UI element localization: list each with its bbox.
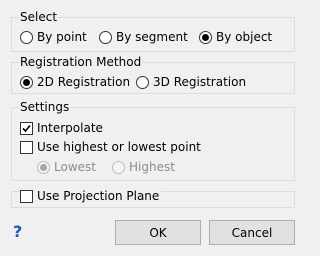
interpolate-checkbox[interactable]: Interpolate	[20, 121, 103, 135]
radio-2d-registration-button[interactable]	[20, 75, 33, 89]
radio-by-object-button[interactable]	[199, 30, 212, 44]
settings-group-title: Settings	[19, 100, 71, 114]
interpolate-label: Interpolate	[37, 121, 103, 135]
interpolate-checkbox-box[interactable]	[20, 121, 33, 135]
radio-lowest[interactable]: Lowest	[37, 160, 96, 174]
use-highest-lowest-label: Use highest or lowest point	[37, 140, 201, 154]
radio-by-point-button[interactable]	[20, 30, 33, 44]
radio-by-point-label: By point	[37, 30, 87, 44]
projection-plane-label: Use Projection Plane	[37, 189, 160, 203]
projection-plane-checkbox-box[interactable]	[20, 189, 33, 203]
radio-3d-registration[interactable]: 3D Registration	[136, 75, 246, 89]
radio-by-point[interactable]: By point	[20, 30, 87, 44]
checkmark-icon	[22, 124, 31, 132]
radio-3d-registration-label: 3D Registration	[153, 75, 247, 89]
radio-2d-registration[interactable]: 2D Registration	[20, 75, 130, 89]
radio-by-segment[interactable]: By segment	[99, 30, 188, 44]
use-highest-lowest-checkbox[interactable]: Use highest or lowest point	[20, 140, 201, 154]
radio-highest-button[interactable]	[112, 160, 125, 174]
use-highest-lowest-checkbox-box[interactable]	[20, 140, 33, 154]
registration-group-title: Registration Method	[19, 55, 143, 69]
radio-lowest-label: Lowest	[54, 160, 96, 174]
radio-highest-label: Highest	[129, 160, 175, 174]
radio-2d-registration-label: 2D Registration	[37, 75, 131, 89]
radio-highest[interactable]: Highest	[112, 160, 175, 174]
ok-button[interactable]: OK	[115, 220, 201, 245]
projection-plane-checkbox[interactable]: Use Projection Plane	[20, 189, 162, 203]
radio-by-object-label: By object	[216, 30, 273, 44]
cancel-button[interactable]: Cancel	[209, 220, 295, 245]
radio-by-segment-button[interactable]	[99, 30, 112, 44]
help-icon[interactable]: ?	[13, 222, 22, 241]
radio-by-segment-label: By segment	[116, 30, 188, 44]
radio-lowest-button[interactable]	[37, 160, 50, 174]
radio-3d-registration-button[interactable]	[136, 75, 149, 89]
radio-by-object[interactable]: By object	[199, 30, 272, 44]
select-group-title: Select	[19, 10, 59, 24]
